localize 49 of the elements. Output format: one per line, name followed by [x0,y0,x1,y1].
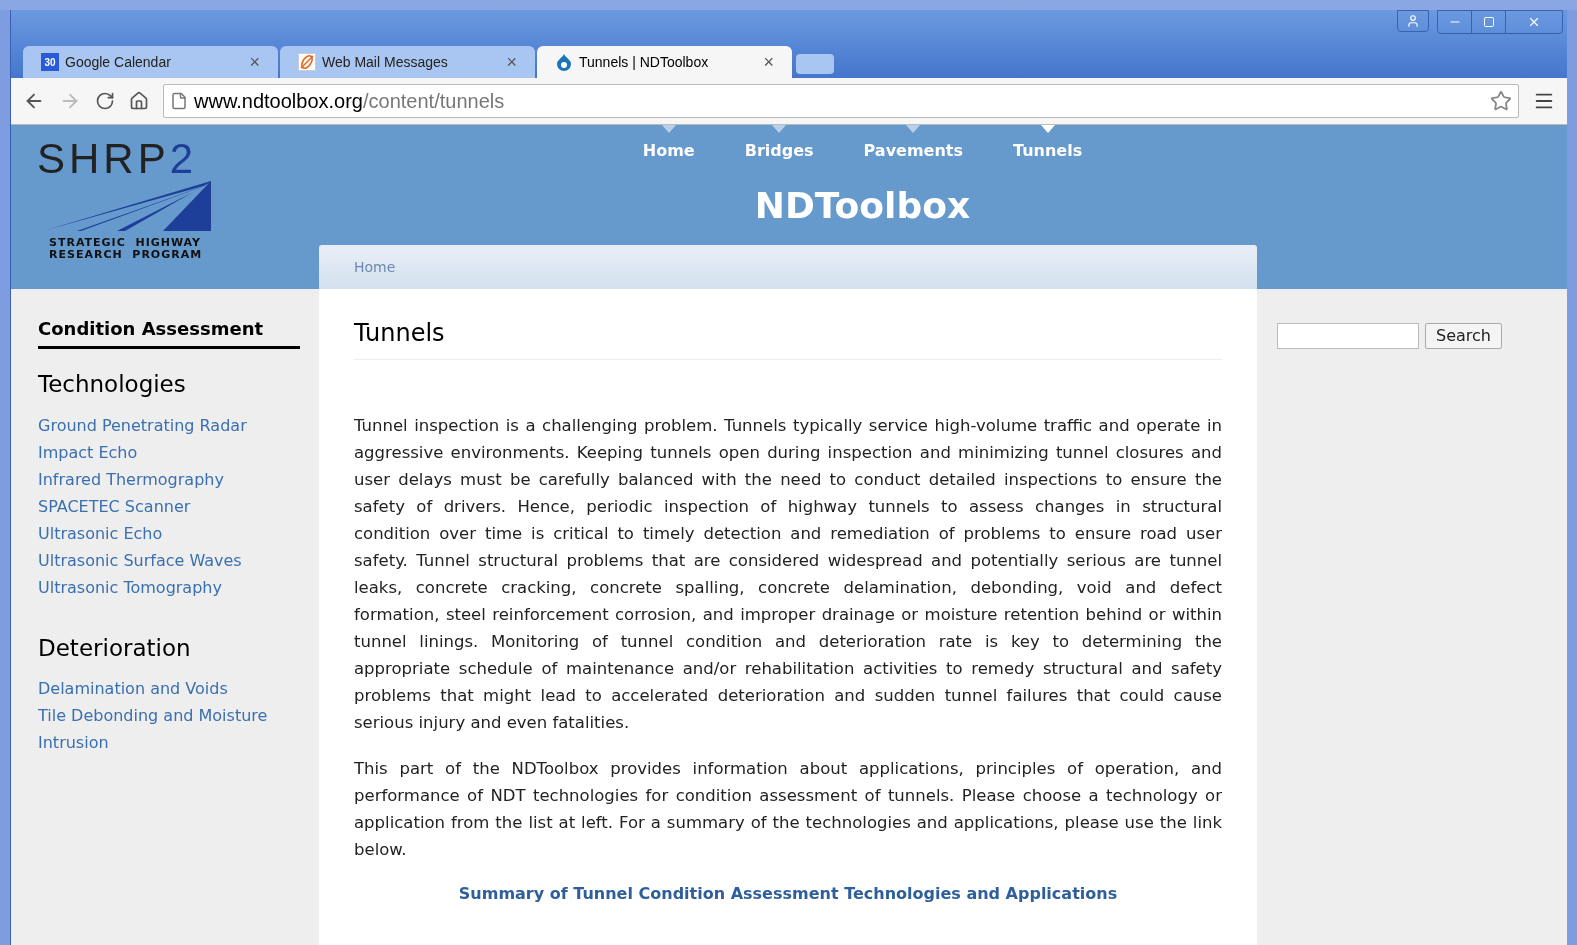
close-icon [1527,15,1541,29]
page-icon [170,92,188,110]
page-title: Tunnels [354,315,1222,360]
sidebar-link[interactable]: Infrared Thermography [38,465,293,493]
sidebar-link[interactable]: Ground Penetrating Radar [38,411,293,439]
sidebar-link[interactable]: Impact Echo [38,438,293,466]
tab-title: Google Calendar [65,52,172,72]
sidebar-heading: Condition Assessment [38,315,300,349]
calendar-icon: 30 [41,53,59,71]
summary-link[interactable]: Summary of Tunnel Condition Assessment Technologies and Applications [458,882,1118,906]
profile-button[interactable] [1397,10,1429,32]
body-paragraph: Tunnel inspection is a challenging problem. Tunnels typically service high-volume traffic and operate in aggressive environments. Keeping tunnels open during inspection and minimizing tunnel closures and user delays must be carefully balanced with the need to conduct detailed inspections to ensure the safety of drivers. Hence, periodic inspection of highway tunnels to assess changes in structural condition over time is critical to timely detection and remediation of problems to ensure road user safety. Tunnel structural problems that are considered widespread and potentially serious are tunnel leaks, concrete cracking, concrete spalling, concrete delamination, debonding, void and defect formation, steel reinforcement corrosion, and improper drainage or moisture retention behind or within tunnel linings. Monitoring of tunnel condition and deterioration rate is key to determining the appropriate schedule of maintenance and/or rehabilitation activities to remedy structural and safety problems that might lead to accelerated deterioration and sudden tunnel failures that could cause serious injury and even fatalities. [354,415,1222,734]
mail-icon [298,53,316,71]
sidebar-link[interactable]: Delamination and Voids [38,675,293,702]
logo-title: SHRP2 [37,137,199,181]
browser-tab[interactable]: 30 Google Calendar × [23,46,278,78]
tab-close-button[interactable]: × [506,48,517,76]
nav-link[interactable]: Bridges [744,139,814,163]
sidebar-link[interactable]: Ultrasonic Tomography [38,573,293,601]
browser-tab[interactable]: Tunnels | NDToolbox × [537,46,792,78]
logo-caption: RESEARCH PROGRAM [49,249,204,261]
site-title: NDToolbox [754,184,971,228]
drop-icon [555,53,573,71]
tab-close-button[interactable]: × [763,48,774,76]
search-field[interactable] [1277,323,1419,349]
address-bar[interactable]: www.ndtoolbox.org/content/tunnels [163,84,1519,118]
reload-icon[interactable] [95,91,115,111]
sidebar-link[interactable]: Ultrasonic Echo [38,519,293,547]
sidebar-link[interactable]: Tile Debonding and Moisture Intrusion [38,702,293,756]
tab-close-button[interactable]: × [249,48,260,76]
browser-tab[interactable]: Web Mail Messages × [280,46,535,78]
section-heading: Technologies [38,370,187,399]
search-button[interactable]: Search [1425,323,1502,349]
body-paragraph: This part of the NDToolbox provides information about applications, principles of operation, and performance of NDT technologies for condition assessment of tunnels. Please choose a technology or application from the list at left. For a summary of the technologies and applications, please use the link below. [354,758,1222,861]
breadcrumb-link[interactable]: Home [354,256,396,278]
maximize-icon [1482,16,1495,28]
nav-link[interactable]: Home [642,139,695,163]
section-heading: Deterioration [38,633,192,663]
nav-link[interactable]: Pavements [863,139,963,163]
url-text: www.ndtoolbox.org/content/tunnels [194,89,506,114]
home-icon[interactable] [129,91,149,111]
nav-link[interactable]: Tunnels [1013,139,1083,163]
logo-caption: STRATEGIC HIGHWAY [49,237,203,249]
sidebar-link[interactable]: Ultrasonic Surface Waves [38,546,293,574]
bookmark-star-icon[interactable] [1490,90,1512,112]
user-icon [1406,14,1420,28]
tab-title: Web Mail Messages [322,52,449,72]
tab-title: Tunnels | NDToolbox [579,52,710,72]
sidebar-link[interactable]: SPACETEC Scanner [38,492,293,520]
